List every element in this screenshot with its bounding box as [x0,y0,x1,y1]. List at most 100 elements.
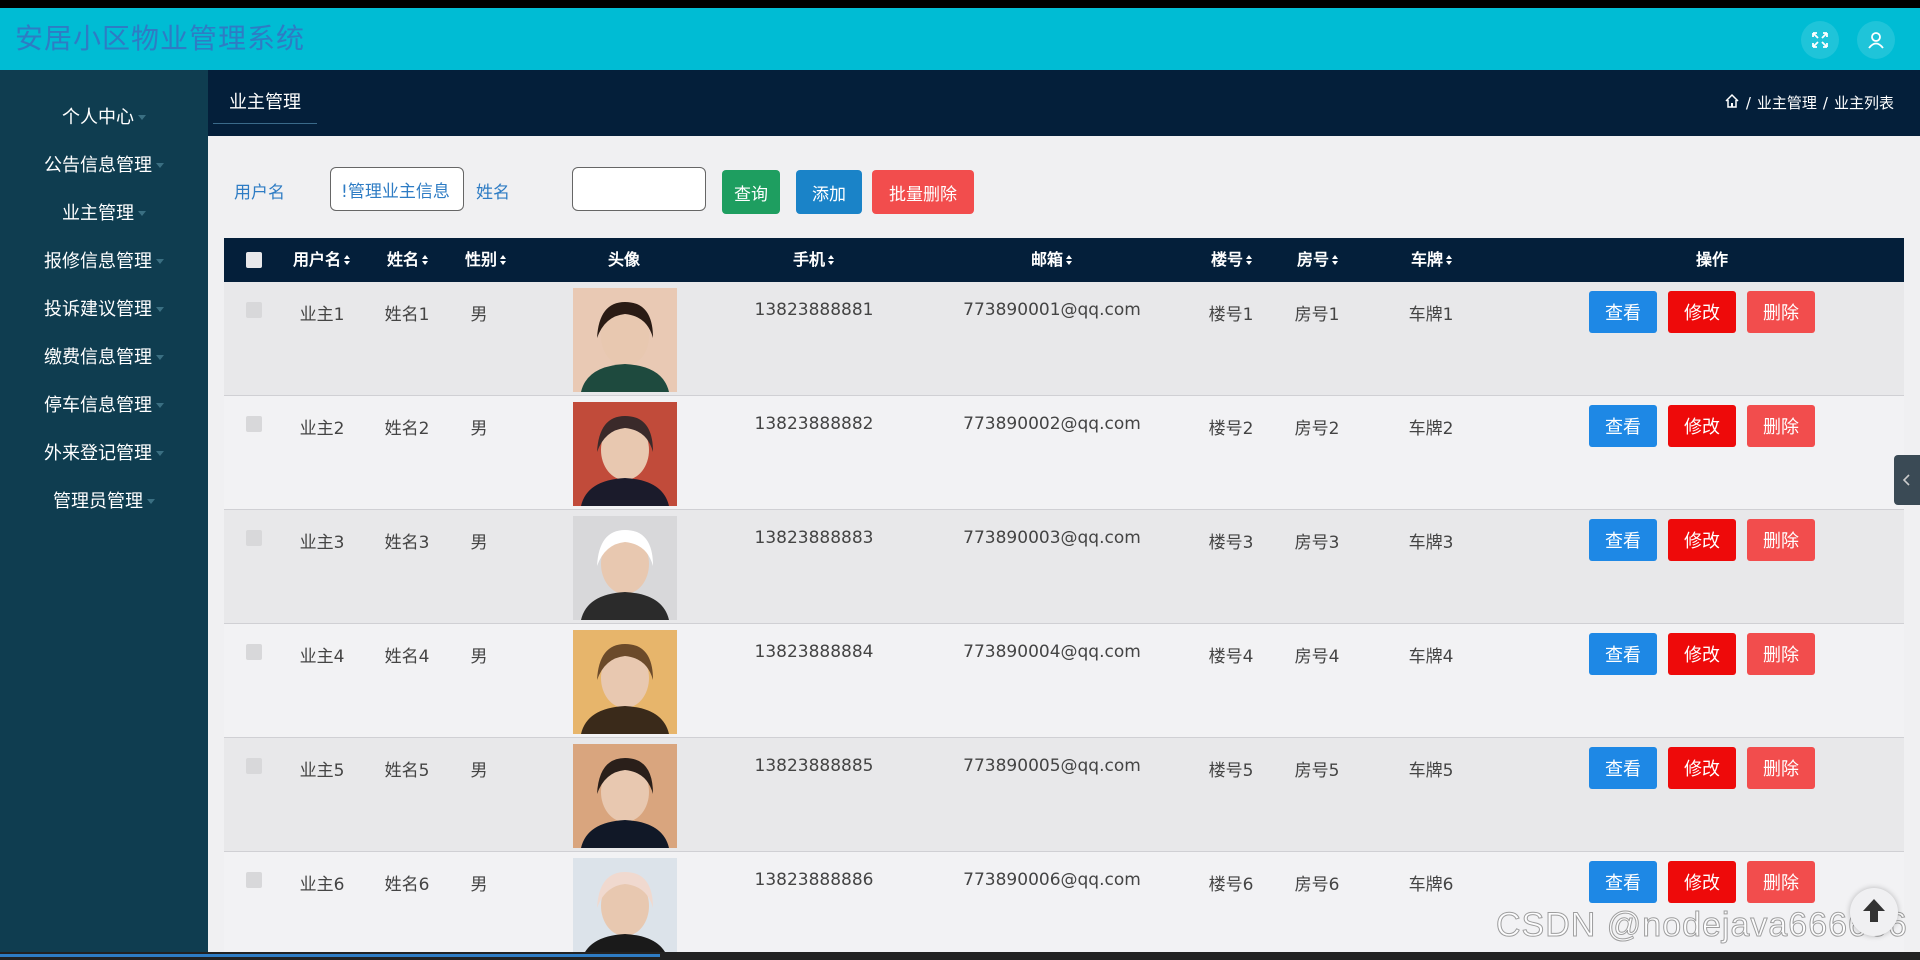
breadcrumb-separator: / [1822,93,1828,112]
sidebar-item-complaint[interactable]: 投诉建议管理 [0,284,208,332]
cell-phone: 13823888881 [754,300,874,320]
edit-button[interactable]: 修改 [1668,747,1736,789]
delete-button[interactable]: 删除 [1747,861,1815,903]
cell-email: 773890006@qq.com [963,870,1141,890]
edit-button[interactable]: 修改 [1668,861,1736,903]
collapse-handle[interactable] [1894,455,1920,505]
column-header-plate[interactable]: 车牌 [1408,238,1456,282]
cell-email: 773890005@qq.com [963,756,1141,776]
cell-name: 姓名4 [384,647,430,667]
sidebar-item-personal-center[interactable]: 个人中心 [0,92,208,140]
sidebar-item-label: 报修信息管理 [44,251,152,272]
name-input[interactable] [572,167,706,211]
home-icon[interactable] [1724,93,1740,113]
add-button[interactable]: 添加 [796,170,862,214]
cell-email: 773890001@qq.com [963,300,1141,320]
view-button[interactable]: 查看 [1589,861,1657,903]
view-button[interactable]: 查看 [1589,519,1657,561]
sidebar-item-payment[interactable]: 缴费信息管理 [0,332,208,380]
user-icon[interactable] [1857,21,1895,59]
cell-phone: 13823888886 [754,870,874,890]
cell-building: 楼号4 [1208,647,1254,667]
delete-button[interactable]: 删除 [1747,747,1815,789]
select-all-checkbox[interactable] [244,238,264,282]
sidebar-item-label: 个人中心 [62,107,134,128]
edit-button[interactable]: 修改 [1668,519,1736,561]
view-button[interactable]: 查看 [1589,405,1657,447]
column-header-phone[interactable]: 手机 [782,238,846,282]
delete-button[interactable]: 删除 [1747,633,1815,675]
sort-icon [1065,239,1073,283]
query-button[interactable]: 查询 [722,170,780,214]
row-checkbox[interactable] [246,302,262,318]
cell-building: 楼号3 [1208,533,1254,553]
sidebar-item-parking[interactable]: 停车信息管理 [0,380,208,428]
sidebar-item-notice[interactable]: 公告信息管理 [0,140,208,188]
batch-delete-button[interactable]: 批量删除 [872,170,974,214]
cell-gender: 男 [470,647,488,667]
column-label: 车牌 [1410,250,1443,269]
cell-name: 姓名2 [384,419,430,439]
avatar [573,744,677,848]
cell-plate: 车牌4 [1408,647,1454,667]
column-header-username[interactable]: 用户名 [290,238,354,282]
row-checkbox[interactable] [246,872,262,888]
view-button[interactable]: 查看 [1589,747,1657,789]
cell-username: 业主2 [299,419,345,439]
sidebar-item-label: 投诉建议管理 [44,299,152,320]
sidebar-item-admin[interactable]: 管理员管理 [0,476,208,524]
watermark: CSDN @nodejava666666 [1496,906,1908,945]
cell-building: 楼号6 [1208,875,1254,895]
cell-phone: 13823888883 [754,528,874,548]
sort-icon [1445,239,1453,283]
column-header-building[interactable]: 楼号 [1208,238,1256,282]
sidebar-item-repair[interactable]: 报修信息管理 [0,236,208,284]
arrow-up-icon [1859,895,1889,929]
cell-room: 房号6 [1294,875,1340,895]
column-header-email[interactable]: 邮箱 [1020,238,1084,282]
edit-button[interactable]: 修改 [1668,405,1736,447]
cell-phone: 13823888882 [754,414,874,434]
sort-icon [827,239,835,283]
sidebar-item-owner[interactable]: 业主管理 [0,188,208,236]
cell-gender: 男 [470,419,488,439]
video-progress-bar[interactable] [0,954,660,957]
view-button[interactable]: 查看 [1589,291,1657,333]
username-input[interactable] [330,167,464,211]
table-row: 业主5 姓名5 男 13823888885 773890005@qq.com 楼… [224,738,1904,852]
row-checkbox[interactable] [246,758,262,774]
fullscreen-icon[interactable] [1801,21,1839,59]
sidebar-item-label: 公告信息管理 [44,155,152,176]
back-to-top-button[interactable] [1850,888,1898,936]
cell-gender: 男 [470,875,488,895]
row-checkbox[interactable] [246,530,262,546]
column-header-name[interactable]: 姓名 [384,238,432,282]
cell-plate: 车牌5 [1408,761,1454,781]
chevron-down-icon [156,402,164,408]
column-header-actions: 操作 [1695,250,1728,269]
column-header-gender[interactable]: 性别 [462,238,510,282]
cell-name: 姓名5 [384,761,430,781]
row-checkbox[interactable] [246,416,262,432]
app-title: 安居小区物业管理系统 [15,22,306,55]
cell-phone: 13823888885 [754,756,874,776]
delete-button[interactable]: 删除 [1747,405,1815,447]
edit-button[interactable]: 修改 [1668,633,1736,675]
row-checkbox[interactable] [246,644,262,660]
column-header-room[interactable]: 房号 [1294,238,1342,282]
sort-icon [343,239,351,283]
table-row: 业主4 姓名4 男 13823888884 773890004@qq.com 楼… [224,624,1904,738]
breadcrumb-item[interactable]: 业主管理 [1757,92,1817,113]
sidebar-item-visitor[interactable]: 外来登记管理 [0,428,208,476]
delete-button[interactable]: 删除 [1747,291,1815,333]
name-label: 姓名 [476,183,510,203]
cell-gender: 男 [470,533,488,553]
cell-room: 房号2 [1294,419,1340,439]
cell-phone: 13823888884 [754,642,874,662]
tab-owner-management[interactable]: 业主管理 [213,84,317,124]
breadcrumb-item: 业主列表 [1833,94,1894,112]
view-button[interactable]: 查看 [1589,633,1657,675]
sort-icon [421,239,429,283]
edit-button[interactable]: 修改 [1668,291,1736,333]
delete-button[interactable]: 删除 [1747,519,1815,561]
